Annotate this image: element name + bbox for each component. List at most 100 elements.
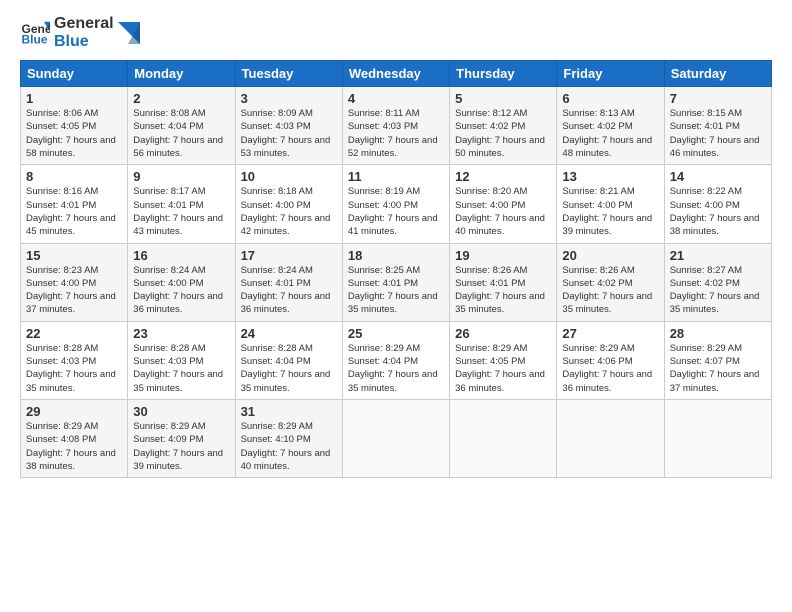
day-info: Sunrise: 8:11 AMSunset: 4:03 PMDaylight:… (348, 107, 444, 160)
page-container: General Blue General Blue SundayMondayTu… (0, 0, 792, 488)
day-info: Sunrise: 8:13 AMSunset: 4:02 PMDaylight:… (562, 107, 658, 160)
calendar-cell: 2Sunrise: 8:08 AMSunset: 4:04 PMDaylight… (128, 87, 235, 165)
day-info: Sunrise: 8:25 AMSunset: 4:01 PMDaylight:… (348, 264, 444, 317)
day-info: Sunrise: 8:29 AMSunset: 4:05 PMDaylight:… (455, 342, 551, 395)
day-info: Sunrise: 8:19 AMSunset: 4:00 PMDaylight:… (348, 185, 444, 238)
calendar-cell: 29Sunrise: 8:29 AMSunset: 4:08 PMDayligh… (21, 399, 128, 477)
day-number: 23 (133, 326, 229, 341)
calendar-cell (664, 399, 771, 477)
day-number: 25 (348, 326, 444, 341)
day-info: Sunrise: 8:29 AMSunset: 4:08 PMDaylight:… (26, 420, 122, 473)
day-info: Sunrise: 8:22 AMSunset: 4:00 PMDaylight:… (670, 185, 766, 238)
day-info: Sunrise: 8:20 AMSunset: 4:00 PMDaylight:… (455, 185, 551, 238)
calendar-cell: 23Sunrise: 8:28 AMSunset: 4:03 PMDayligh… (128, 321, 235, 399)
header: General Blue General Blue (20, 15, 772, 50)
calendar-week-row: 22Sunrise: 8:28 AMSunset: 4:03 PMDayligh… (21, 321, 772, 399)
calendar-cell: 6Sunrise: 8:13 AMSunset: 4:02 PMDaylight… (557, 87, 664, 165)
calendar-cell: 12Sunrise: 8:20 AMSunset: 4:00 PMDayligh… (450, 165, 557, 243)
day-number: 16 (133, 248, 229, 263)
day-number: 28 (670, 326, 766, 341)
calendar-cell: 1Sunrise: 8:06 AMSunset: 4:05 PMDaylight… (21, 87, 128, 165)
day-info: Sunrise: 8:08 AMSunset: 4:04 PMDaylight:… (133, 107, 229, 160)
day-info: Sunrise: 8:28 AMSunset: 4:03 PMDaylight:… (26, 342, 122, 395)
weekday-header-thursday: Thursday (450, 61, 557, 87)
day-info: Sunrise: 8:26 AMSunset: 4:01 PMDaylight:… (455, 264, 551, 317)
logo-text-blue: Blue (54, 33, 114, 51)
calendar-week-row: 1Sunrise: 8:06 AMSunset: 4:05 PMDaylight… (21, 87, 772, 165)
day-number: 1 (26, 91, 122, 106)
day-number: 24 (241, 326, 337, 341)
weekday-header-saturday: Saturday (664, 61, 771, 87)
day-number: 10 (241, 169, 337, 184)
day-number: 27 (562, 326, 658, 341)
day-number: 22 (26, 326, 122, 341)
calendar-cell: 22Sunrise: 8:28 AMSunset: 4:03 PMDayligh… (21, 321, 128, 399)
day-info: Sunrise: 8:18 AMSunset: 4:00 PMDaylight:… (241, 185, 337, 238)
calendar-cell: 13Sunrise: 8:21 AMSunset: 4:00 PMDayligh… (557, 165, 664, 243)
day-number: 31 (241, 404, 337, 419)
weekday-header-wednesday: Wednesday (342, 61, 449, 87)
weekday-header-monday: Monday (128, 61, 235, 87)
weekday-header-tuesday: Tuesday (235, 61, 342, 87)
day-number: 20 (562, 248, 658, 263)
calendar-cell: 21Sunrise: 8:27 AMSunset: 4:02 PMDayligh… (664, 243, 771, 321)
calendar-week-row: 15Sunrise: 8:23 AMSunset: 4:00 PMDayligh… (21, 243, 772, 321)
day-info: Sunrise: 8:29 AMSunset: 4:09 PMDaylight:… (133, 420, 229, 473)
weekday-header-sunday: Sunday (21, 61, 128, 87)
calendar-table: SundayMondayTuesdayWednesdayThursdayFrid… (20, 60, 772, 478)
calendar-cell (342, 399, 449, 477)
calendar-cell (557, 399, 664, 477)
day-number: 2 (133, 91, 229, 106)
weekday-header-friday: Friday (557, 61, 664, 87)
calendar-cell: 18Sunrise: 8:25 AMSunset: 4:01 PMDayligh… (342, 243, 449, 321)
calendar-week-row: 8Sunrise: 8:16 AMSunset: 4:01 PMDaylight… (21, 165, 772, 243)
day-info: Sunrise: 8:26 AMSunset: 4:02 PMDaylight:… (562, 264, 658, 317)
day-info: Sunrise: 8:17 AMSunset: 4:01 PMDaylight:… (133, 185, 229, 238)
day-info: Sunrise: 8:28 AMSunset: 4:04 PMDaylight:… (241, 342, 337, 395)
day-number: 14 (670, 169, 766, 184)
day-number: 4 (348, 91, 444, 106)
calendar-cell: 7Sunrise: 8:15 AMSunset: 4:01 PMDaylight… (664, 87, 771, 165)
logo-icon: General Blue (20, 18, 50, 48)
day-number: 26 (455, 326, 551, 341)
weekday-header-row: SundayMondayTuesdayWednesdayThursdayFrid… (21, 61, 772, 87)
calendar-cell: 15Sunrise: 8:23 AMSunset: 4:00 PMDayligh… (21, 243, 128, 321)
calendar-cell: 24Sunrise: 8:28 AMSunset: 4:04 PMDayligh… (235, 321, 342, 399)
day-info: Sunrise: 8:24 AMSunset: 4:00 PMDaylight:… (133, 264, 229, 317)
calendar-cell: 4Sunrise: 8:11 AMSunset: 4:03 PMDaylight… (342, 87, 449, 165)
calendar-cell: 17Sunrise: 8:24 AMSunset: 4:01 PMDayligh… (235, 243, 342, 321)
calendar-cell: 11Sunrise: 8:19 AMSunset: 4:00 PMDayligh… (342, 165, 449, 243)
day-number: 11 (348, 169, 444, 184)
calendar-cell: 25Sunrise: 8:29 AMSunset: 4:04 PMDayligh… (342, 321, 449, 399)
logo: General Blue General Blue (20, 15, 140, 50)
day-info: Sunrise: 8:24 AMSunset: 4:01 PMDaylight:… (241, 264, 337, 317)
calendar-cell: 9Sunrise: 8:17 AMSunset: 4:01 PMDaylight… (128, 165, 235, 243)
calendar-cell: 19Sunrise: 8:26 AMSunset: 4:01 PMDayligh… (450, 243, 557, 321)
day-info: Sunrise: 8:29 AMSunset: 4:07 PMDaylight:… (670, 342, 766, 395)
calendar-cell: 27Sunrise: 8:29 AMSunset: 4:06 PMDayligh… (557, 321, 664, 399)
calendar-cell (450, 399, 557, 477)
day-number: 18 (348, 248, 444, 263)
calendar-cell: 3Sunrise: 8:09 AMSunset: 4:03 PMDaylight… (235, 87, 342, 165)
day-number: 7 (670, 91, 766, 106)
day-info: Sunrise: 8:27 AMSunset: 4:02 PMDaylight:… (670, 264, 766, 317)
calendar-cell: 5Sunrise: 8:12 AMSunset: 4:02 PMDaylight… (450, 87, 557, 165)
day-info: Sunrise: 8:16 AMSunset: 4:01 PMDaylight:… (26, 185, 122, 238)
day-number: 8 (26, 169, 122, 184)
day-number: 17 (241, 248, 337, 263)
svg-text:Blue: Blue (22, 32, 48, 46)
day-number: 3 (241, 91, 337, 106)
calendar-cell: 26Sunrise: 8:29 AMSunset: 4:05 PMDayligh… (450, 321, 557, 399)
logo-text-general: General (54, 15, 114, 33)
calendar-cell: 14Sunrise: 8:22 AMSunset: 4:00 PMDayligh… (664, 165, 771, 243)
day-number: 15 (26, 248, 122, 263)
day-number: 13 (562, 169, 658, 184)
day-number: 6 (562, 91, 658, 106)
calendar-cell: 10Sunrise: 8:18 AMSunset: 4:00 PMDayligh… (235, 165, 342, 243)
day-info: Sunrise: 8:23 AMSunset: 4:00 PMDaylight:… (26, 264, 122, 317)
calendar-cell: 20Sunrise: 8:26 AMSunset: 4:02 PMDayligh… (557, 243, 664, 321)
day-info: Sunrise: 8:09 AMSunset: 4:03 PMDaylight:… (241, 107, 337, 160)
logo-arrow-icon (118, 22, 140, 44)
day-number: 9 (133, 169, 229, 184)
day-number: 12 (455, 169, 551, 184)
